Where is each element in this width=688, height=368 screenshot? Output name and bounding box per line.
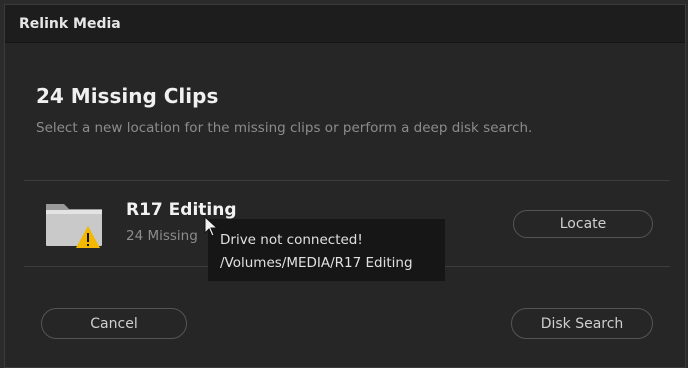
dialog-title: Relink Media [19,15,121,32]
disk-search-button[interactable]: Disk Search [511,308,653,339]
instructions-text: Select a new location for the missing cl… [36,120,533,136]
dialog-titlebar: Relink Media [5,5,685,43]
tooltip-line-status: Drive not connected! [220,232,363,248]
clip-missing-count: 24 Missing [126,228,198,244]
tooltip-line-path: /Volumes/MEDIA/R17 Editing [220,255,413,271]
divider-top [24,180,670,181]
drive-tooltip: Drive not connected! /Volumes/MEDIA/R17 … [208,219,445,281]
locate-button[interactable]: Locate [513,210,653,238]
cancel-button[interactable]: Cancel [41,308,187,339]
folder-warning-icon [42,196,106,252]
mouse-pointer-icon [204,215,220,238]
missing-clips-heading: 24 Missing Clips [36,84,219,108]
